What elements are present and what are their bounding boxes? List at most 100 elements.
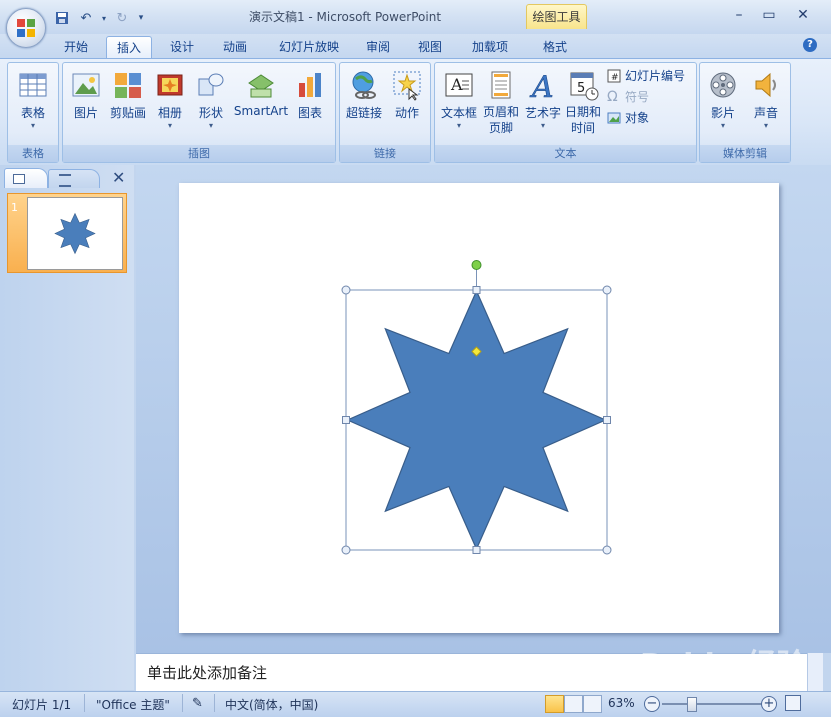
tab-outline[interactable] [48,169,100,188]
office-button[interactable] [6,8,46,48]
chart-icon [294,69,326,101]
resize-handle-bottom-right[interactable] [602,545,612,555]
zoom-slider-thumb[interactable] [687,697,697,712]
resize-handle-top-left[interactable] [341,285,351,295]
action-button[interactable]: 动作 [388,67,426,121]
wordart-icon: A [527,69,559,106]
notes-scrollbar[interactable] [807,653,823,691]
shapes-dropdown-icon: ▾ [208,121,213,130]
symbol-label: 符号 [625,90,650,104]
rotation-handle[interactable] [471,260,482,270]
slide-drawing [341,260,612,555]
theme-status: "Office 主题" [96,698,170,712]
group-links: 超链接 动作 链接 [339,62,431,163]
zoom-out-button[interactable]: − [644,696,660,712]
fit-to-window-icon[interactable] [785,695,801,711]
omega-icon: Ω [607,89,618,105]
spelling-check-icon[interactable]: ✎ [192,696,203,711]
group-table: 表格 ▾ 表格 [7,62,59,163]
tab-slideshow[interactable]: 幻灯片放映 [271,36,347,58]
sound-button[interactable]: 声音 ▾ [746,67,786,131]
tab-format[interactable]: 格式 [528,36,582,58]
photo-album-label: 相册 [157,106,182,120]
language-status[interactable]: 中文(简体，中国) [225,696,318,713]
drawing-tools-context-label: 绘图工具 [526,4,587,29]
svg-text:5: 5 [577,81,585,96]
shapes-button[interactable]: 形状 ▾ [191,67,231,131]
slide-thumbnail[interactable] [27,197,123,270]
datetime-label-line1: 日期和 [564,105,601,119]
object-button[interactable]: 对象 [607,108,649,128]
eight-point-star-shape[interactable] [346,289,607,551]
sound-label: 声音 [753,106,778,120]
slideshow-view-button[interactable] [583,695,602,713]
tab-home[interactable]: 开始 [54,36,98,58]
picture-label: 图片 [73,106,98,120]
resize-handle-left[interactable] [342,416,350,424]
slide-canvas[interactable] [179,183,779,633]
help-icon[interactable]: ? [803,38,817,52]
slide-number-label: 幻灯片编号 [625,69,686,83]
photo-album-button[interactable]: 相册 ▾ [151,67,189,131]
hyperlink-button[interactable]: 超链接 [342,67,386,121]
movie-dropdown-icon: ▾ [720,121,725,130]
resize-handle-bottom-left[interactable] [341,545,351,555]
sound-dropdown-icon: ▾ [763,121,768,130]
resize-handle-top-right[interactable] [602,285,612,295]
svg-text:#: # [611,73,619,83]
symbol-button[interactable]: Ω 符号 [607,87,649,107]
tab-slides[interactable] [4,168,48,188]
table-button[interactable]: 表格 ▾ [13,67,53,131]
baidu-watermark: Baidu 经验 [640,648,807,683]
group-text: A 文本框 ▾ 页眉和 页脚 A 艺术字 ▾ 5 日期和 时间 # 幻灯片编号 … [434,62,697,163]
smartart-icon [245,69,277,101]
textbox-label: 文本框 [440,106,477,120]
tab-design[interactable]: 设计 [160,36,204,58]
textbox-icon: A [443,69,475,101]
zoom-slider-track[interactable] [662,703,762,705]
group-links-label: 链接 [340,145,430,162]
shapes-label: 形状 [198,106,223,120]
tab-view[interactable]: 视图 [408,36,452,58]
shapes-icon [195,69,227,101]
smartart-button[interactable]: SmartArt [233,67,289,118]
slide-sorter-view-button[interactable] [564,695,583,713]
close-panel-icon[interactable]: ✕ [112,168,125,187]
clipart-icon [112,69,144,101]
tab-insert[interactable]: 插入 [106,36,152,59]
slide-number-button[interactable]: # 幻灯片编号 [607,66,685,86]
tab-addins[interactable]: 加载项 [462,36,518,58]
clipart-button[interactable]: 剪贴画 [107,67,149,121]
group-table-label: 表格 [8,145,58,162]
datetime-label-line2: 时间 [570,121,595,135]
header-footer-label-line1: 页眉和 [482,105,519,119]
wordart-button[interactable]: A 艺术字 ▾ [523,67,563,131]
movie-button[interactable]: 影片 ▾ [702,67,744,131]
restore-button[interactable]: ▭ [754,4,784,26]
header-footer-button[interactable]: 页眉和 页脚 [481,67,521,136]
office-logo-icon [17,19,35,37]
close-button[interactable]: ✕ [788,4,818,26]
action-star-icon [391,69,423,101]
tab-animations[interactable]: 动画 [213,36,257,58]
resize-handle-right[interactable] [603,416,611,424]
table-icon [17,69,49,101]
textbox-button[interactable]: A 文本框 ▾ [437,67,481,131]
hyperlink-label: 超链接 [345,106,382,120]
group-text-label: 文本 [435,145,696,162]
tab-review[interactable]: 审阅 [356,36,400,58]
datetime-button[interactable]: 5 日期和 时间 [563,67,603,136]
picture-button[interactable]: 图片 [67,67,105,121]
minimize-button[interactable]: – [724,4,754,26]
wordart-label: 艺术字 [524,106,561,120]
zoom-level[interactable]: 63% [608,696,635,710]
zoom-in-button[interactable]: + [761,696,777,712]
status-separator [214,694,215,712]
notes-placeholder[interactable]: 单击此处添加备注 [147,662,267,683]
normal-view-button[interactable] [545,695,564,713]
resize-handle-top[interactable] [472,286,481,294]
group-media-label: 媒体剪辑 [700,145,790,162]
chart-button[interactable]: 图表 [291,67,329,121]
resize-handle-bottom[interactable] [472,546,481,554]
clipart-label: 剪贴画 [109,106,146,120]
